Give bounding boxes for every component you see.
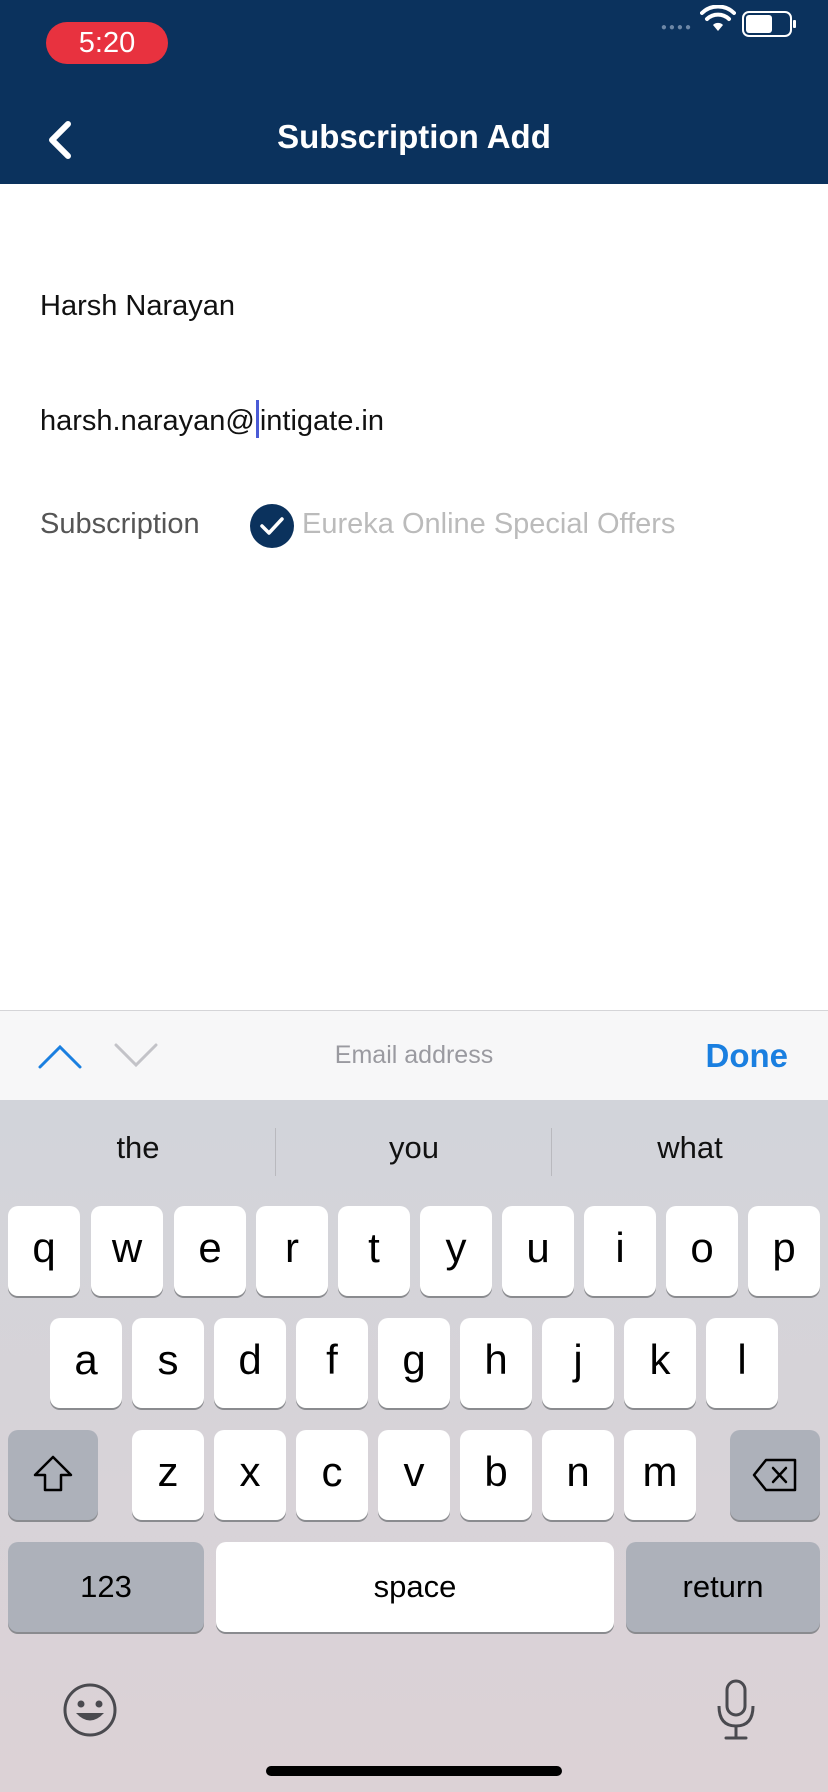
key-c[interactable]: c bbox=[296, 1430, 368, 1520]
key-d[interactable]: d bbox=[214, 1318, 286, 1408]
key-g[interactable]: g bbox=[378, 1318, 450, 1408]
key-q[interactable]: q bbox=[8, 1206, 80, 1296]
key-x[interactable]: x bbox=[214, 1430, 286, 1520]
key-l[interactable]: l bbox=[706, 1318, 778, 1408]
key-z[interactable]: z bbox=[132, 1430, 204, 1520]
suggestion-bar: the you what bbox=[0, 1100, 828, 1200]
key-k[interactable]: k bbox=[624, 1318, 696, 1408]
shift-arrow-icon bbox=[33, 1455, 73, 1492]
shift-key[interactable] bbox=[8, 1430, 98, 1520]
signal-dots-icon: ●●●● bbox=[660, 22, 693, 33]
microphone-icon[interactable] bbox=[712, 1678, 760, 1742]
key-y[interactable]: y bbox=[420, 1206, 492, 1296]
accessory-field-label: Email address bbox=[334, 1041, 494, 1069]
key-i[interactable]: i bbox=[584, 1206, 656, 1296]
text-cursor bbox=[255, 400, 259, 438]
suggestion-item[interactable]: you bbox=[276, 1130, 552, 1166]
page-title: Subscription Add bbox=[277, 118, 551, 155]
key-u[interactable]: u bbox=[502, 1206, 574, 1296]
backspace-icon bbox=[752, 1458, 797, 1492]
key-f[interactable]: f bbox=[296, 1318, 368, 1408]
subscription-checkbox[interactable] bbox=[250, 504, 294, 548]
key-j[interactable]: j bbox=[542, 1318, 614, 1408]
key-v[interactable]: v bbox=[378, 1430, 450, 1520]
email-text-after-cursor: intigate.in bbox=[259, 405, 384, 437]
suggestion-item[interactable]: the bbox=[0, 1130, 276, 1166]
keyboard-accessory-bar: Email address Done bbox=[0, 1010, 828, 1100]
key-h[interactable]: h bbox=[460, 1318, 532, 1408]
key-o[interactable]: o bbox=[666, 1206, 738, 1296]
status-time: 5:20 bbox=[46, 22, 168, 64]
done-button[interactable]: Done bbox=[706, 1037, 789, 1075]
key-w[interactable]: w bbox=[91, 1206, 163, 1296]
space-key[interactable]: space bbox=[216, 1542, 614, 1632]
on-screen-keyboard: the you what q w e r t y u i o p a s d f… bbox=[0, 1100, 828, 1792]
key-a[interactable]: a bbox=[50, 1318, 122, 1408]
suggestion-item[interactable]: what bbox=[552, 1130, 828, 1166]
app-header: 5:20 ●●●● Subscription Add bbox=[0, 0, 828, 184]
key-e[interactable]: e bbox=[174, 1206, 246, 1296]
checkmark-icon bbox=[260, 517, 284, 535]
backspace-key[interactable] bbox=[730, 1430, 820, 1520]
emoji-icon[interactable] bbox=[62, 1682, 118, 1738]
key-s[interactable]: s bbox=[132, 1318, 204, 1408]
subscription-option-label[interactable]: Eureka Online Special Offers bbox=[302, 508, 675, 541]
name-field[interactable]: Harsh Narayan bbox=[40, 290, 235, 323]
numbers-key[interactable]: 123 bbox=[8, 1542, 204, 1632]
email-field[interactable]: harsh.narayan@ intigate.in bbox=[40, 400, 384, 438]
key-t[interactable]: t bbox=[338, 1206, 410, 1296]
return-key[interactable]: return bbox=[626, 1542, 820, 1632]
home-indicator[interactable] bbox=[266, 1766, 562, 1776]
email-text-before-cursor: harsh.narayan@ bbox=[40, 405, 255, 437]
key-m[interactable]: m bbox=[624, 1430, 696, 1520]
key-b[interactable]: b bbox=[460, 1430, 532, 1520]
key-p[interactable]: p bbox=[748, 1206, 820, 1296]
battery-icon bbox=[742, 11, 796, 37]
key-n[interactable]: n bbox=[542, 1430, 614, 1520]
key-r[interactable]: r bbox=[256, 1206, 328, 1296]
subscription-label: Subscription bbox=[40, 508, 200, 540]
wifi-icon bbox=[700, 5, 736, 31]
